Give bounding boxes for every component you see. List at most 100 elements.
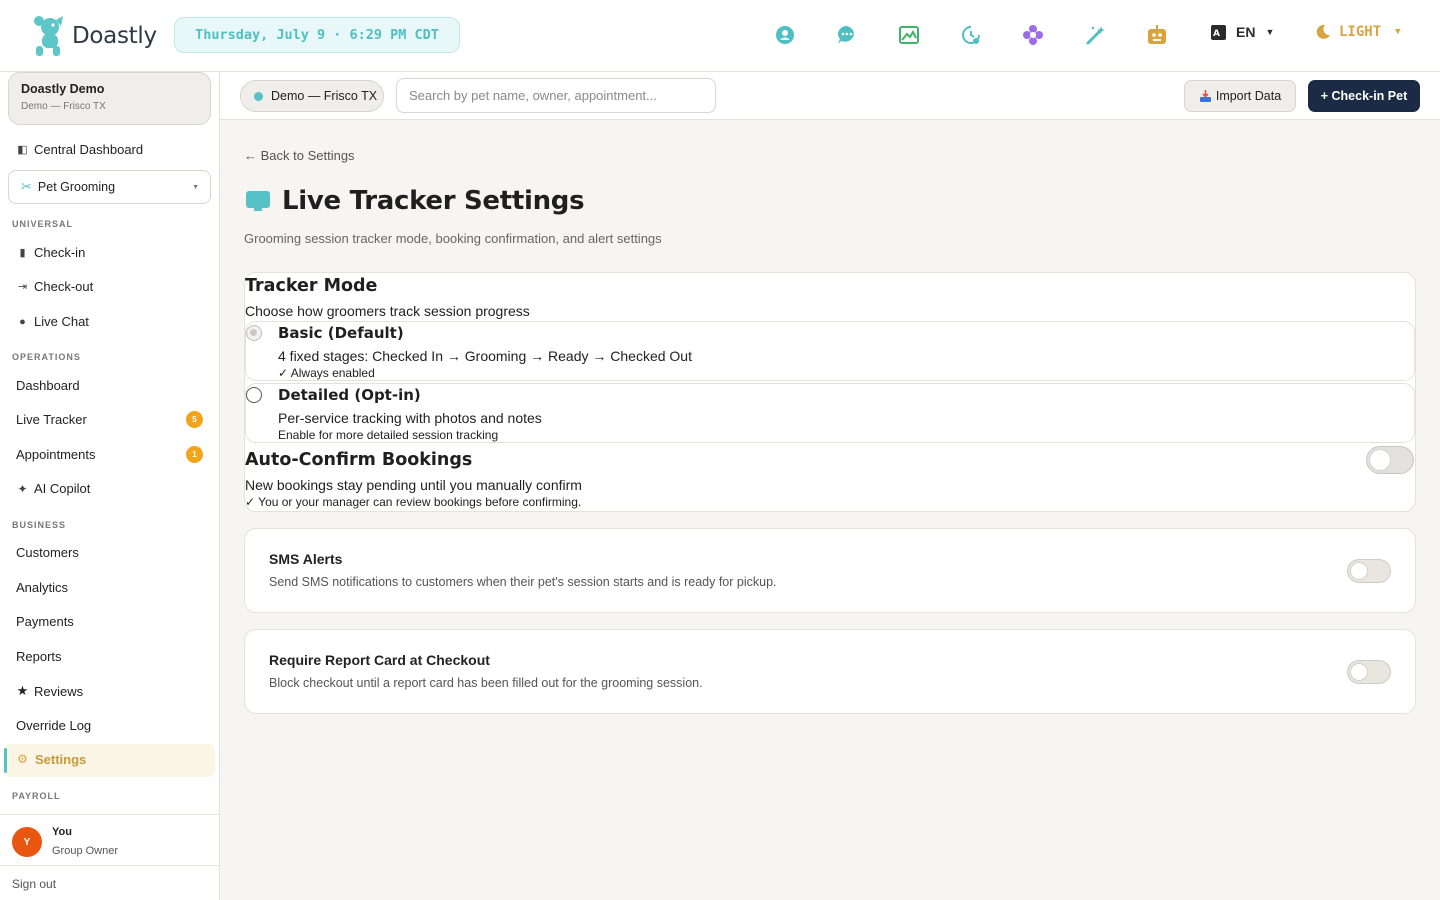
back-to-settings-link[interactable]: ← Back to Settings [244, 148, 355, 163]
auto-confirm-title: Auto-Confirm Bookings [245, 450, 473, 470]
location-label: Demo — Frisco TX [271, 89, 378, 103]
sidebar-item-check-out[interactable]: ⇥ Check-out [16, 279, 93, 294]
org-location: Demo — Frisco TX [21, 101, 106, 112]
active-indicator [4, 748, 7, 773]
top-bar: Doastly Thursday, July 9 · 6:29 PM CDT A… [0, 0, 1440, 72]
sidebar-item-label: Reports [16, 649, 62, 664]
sidebar-item-ai-copilot[interactable]: ✦ AI Copilot [16, 481, 90, 496]
user-name: You [52, 826, 72, 838]
page-subtitle: Grooming session tracker mode, booking c… [244, 231, 662, 246]
sidebar-item-label: Check-out [34, 279, 94, 294]
clipboard-icon: ▮ [19, 247, 26, 259]
robot-icon[interactable] [1144, 22, 1170, 48]
sidebar-item-label: Reviews [34, 683, 84, 699]
module-label: Pet Grooming [37, 180, 116, 194]
chevron-down-icon: ▼ [1265, 27, 1275, 37]
chevron-down-icon: ▼ [192, 183, 199, 191]
org-switcher[interactable]: Doastly Demo Demo — Frisco TX [8, 72, 211, 125]
sidebar-item-payments[interactable]: Payments [16, 614, 74, 629]
sidebar-item-live-tracker[interactable]: Live Tracker [16, 412, 87, 427]
gear-icon: ⚙ [17, 752, 28, 766]
toggle-knob [1350, 663, 1368, 681]
history-icon[interactable] [958, 22, 984, 48]
toggle-knob [1369, 449, 1391, 471]
monitor-icon [246, 191, 270, 211]
tracker-mode-title: Tracker Mode [245, 276, 378, 296]
dashboard-icon: ◧ [17, 144, 28, 156]
option-title: Basic (Default) [278, 324, 404, 342]
option-note: ✓ Always enabled [278, 366, 375, 380]
flower-icon[interactable] [1020, 22, 1046, 48]
image-icon[interactable] [896, 22, 922, 48]
theme-toggle[interactable]: LIGHT ▼ [1315, 24, 1401, 40]
dog-logo-icon [34, 16, 63, 56]
report-card-toggle[interactable] [1347, 660, 1391, 684]
sidebar-item-settings[interactable]: ⚙ Settings [4, 744, 215, 777]
sidebar-item-label: Customers [16, 545, 79, 560]
sidebar-item-label: Check-in [34, 245, 86, 260]
auto-confirm-note: ✓ You or your manager can review booking… [245, 495, 582, 509]
scissors-icon: ✂ [21, 179, 32, 194]
sidebar-item-appointments[interactable]: Appointments [16, 447, 96, 462]
user-role: Group Owner [52, 845, 119, 857]
org-name: Doastly Demo [21, 82, 105, 96]
sms-alerts-card: SMS Alerts Send SMS notifications to cus… [244, 528, 1416, 613]
detailed-mode-radio[interactable] [246, 387, 262, 403]
brand-name: Doastly [72, 23, 157, 49]
check-in-pet-button[interactable]: + Check-in Pet [1308, 80, 1420, 112]
sidebar-item-label: Dashboard [16, 378, 80, 393]
option-note: Enable for more detailed session trackin… [278, 428, 499, 442]
section-universal: UNIVERSAL [12, 219, 74, 229]
sign-out-link[interactable]: Sign out [0, 865, 219, 900]
sidebar-item-customers[interactable]: Customers [16, 545, 79, 560]
sparkle-icon: ✦ [17, 481, 28, 496]
language-label: EN [1236, 24, 1256, 40]
sidebar-item-label: Payments [16, 614, 74, 629]
chat-icon[interactable] [834, 22, 860, 48]
auto-confirm-toggle[interactable] [1366, 446, 1414, 474]
sidebar-item-label: Central Dashboard [34, 142, 144, 157]
theme-label: LIGHT [1339, 24, 1382, 40]
auto-confirm-description: New bookings stay pending until you manu… [245, 477, 582, 493]
sidebar-item-analytics[interactable]: Analytics [16, 580, 68, 595]
sidebar-item-check-in[interactable]: ▮ Check-in [16, 245, 85, 260]
sub-header: Demo — Frisco TX Import Data + Check-in … [220, 72, 1440, 120]
star-icon: ★ [16, 683, 29, 698]
search-input[interactable] [396, 78, 716, 113]
section-business: BUSINESS [12, 520, 67, 530]
sidebar-item-reports[interactable]: Reports [16, 649, 62, 664]
location-selector[interactable]: Demo — Frisco TX [240, 80, 384, 112]
module-select[interactable]: ✂ Pet Grooming ▼ [8, 170, 211, 204]
magic-wand-icon[interactable] [1083, 22, 1109, 48]
sidebar-item-label: Settings [35, 752, 87, 767]
translate-icon: A [1211, 24, 1226, 40]
option-description: Per-service tracking with photos and not… [278, 410, 542, 426]
basic-mode-radio[interactable] [246, 325, 262, 341]
report-card-description: Block checkout until a report card has b… [269, 676, 703, 690]
brand[interactable]: Doastly [30, 14, 157, 58]
page-title: Live Tracker Settings [282, 186, 585, 216]
datetime-display: Thursday, July 9 · 6:29 PM CDT [174, 17, 460, 53]
option-title: Detailed (Opt-in) [278, 386, 421, 404]
sidebar-item-central-dashboard[interactable]: ◧ Central Dashboard [16, 142, 143, 157]
sidebar-item-dashboard[interactable]: Dashboard [16, 378, 80, 393]
import-icon [1199, 89, 1211, 102]
sidebar-item-reviews[interactable]: ★ Reviews [16, 683, 83, 699]
sidebar-item-label: Analytics [16, 580, 69, 595]
svg-text:A: A [1213, 29, 1220, 39]
section-operations: OPERATIONS [12, 352, 81, 362]
avatar: Y [12, 827, 42, 857]
sms-alerts-description: Send SMS notifications to customers when… [269, 575, 777, 589]
language-selector[interactable]: A EN ▼ [1211, 24, 1274, 40]
location-status-dot [254, 91, 263, 101]
moon-icon [1316, 24, 1330, 39]
chevron-down-icon: ▼ [1395, 27, 1401, 37]
option-description: 4 fixed stages: Checked In → Grooming → … [278, 348, 692, 364]
sms-alerts-toggle[interactable] [1347, 559, 1391, 583]
sidebar-item-override-log[interactable]: Override Log [16, 718, 91, 733]
user-profile[interactable]: Y You Group Owner [0, 814, 219, 866]
support-icon[interactable] [772, 22, 798, 48]
import-data-button[interactable]: Import Data [1184, 80, 1296, 112]
sidebar-item-live-chat[interactable]: ● Live Chat [16, 314, 89, 329]
report-card-card: Require Report Card at Checkout Block ch… [244, 629, 1416, 714]
